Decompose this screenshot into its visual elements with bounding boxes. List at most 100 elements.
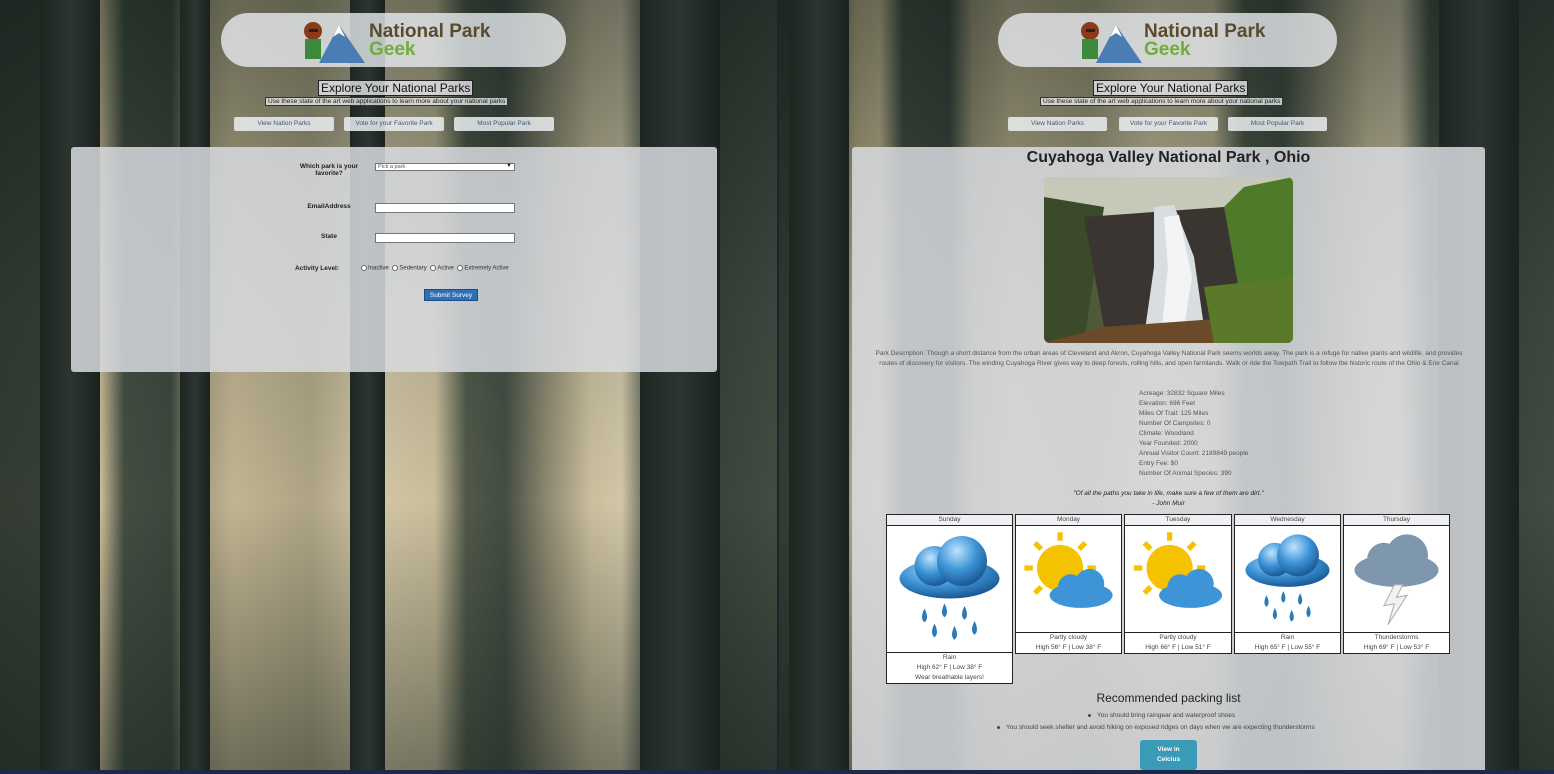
stat-trail-miles: Miles Of Trail: 125 Miles	[1139, 410, 1209, 417]
stat-animal-species: Number Of Animal Species: 390	[1139, 470, 1232, 477]
rain-icon	[887, 526, 1012, 653]
list-item: You should seek shelter and avoid hiking…	[997, 722, 1315, 734]
park-detail-panel: Cuyahoga Valley National Park , Ohio Par…	[852, 147, 1485, 774]
tree-trunk	[640, 0, 720, 774]
forecast-day: Wednesday	[1235, 515, 1340, 526]
forecast-card-thursday: Thursday Thunderstorms High 69° F | Low …	[1343, 514, 1450, 654]
packing-list: You should bring raingear and waterproof…	[997, 710, 1315, 734]
radio-label: Inactive	[368, 265, 389, 272]
logo-text-geek: Geek	[1144, 39, 1191, 60]
thunderstorm-icon-graphic	[1344, 526, 1449, 631]
quote-author: - John Muir	[1152, 500, 1185, 507]
stat-climate: Climate: Woodland	[1139, 430, 1194, 437]
partly-cloudy-icon-graphic	[1125, 526, 1231, 631]
park-stats: Acreage: 32832 Square Miles Elevation: 6…	[1139, 389, 1248, 479]
park-description: Park Description: Though a short distanc…	[875, 350, 1463, 367]
rain-icon	[1235, 526, 1340, 633]
forecast-condition: Partly cloudy	[1159, 634, 1197, 641]
rain-icon-graphic	[887, 526, 1012, 651]
radio-label: Active	[437, 265, 454, 272]
email-field[interactable]	[375, 203, 515, 213]
submit-survey-button[interactable]: Submit Survey	[424, 289, 478, 301]
radio-label: Extremely Active	[464, 265, 509, 272]
forecast-advice: Wear breathable layers!	[915, 674, 984, 681]
forecast-condition: Partly cloudy	[1049, 634, 1088, 641]
forecast-temps: High 69° F | Low 53° F	[1363, 644, 1430, 651]
forecast-day: Sunday	[887, 515, 1012, 526]
forecast-card-monday: Monday Partly cloudy High 56° F | Low 38…	[1015, 514, 1122, 654]
bottom-edge-bar	[0, 770, 1554, 774]
stat-entry-fee: Entry Fee: $0	[1139, 460, 1179, 467]
park-title: Cuyahoga Valley National Park , Ohio	[1026, 149, 1311, 166]
radio-sedentary[interactable]	[392, 265, 399, 271]
nav-view-parks[interactable]: View Nation Parks	[1008, 117, 1107, 131]
nav-view-parks[interactable]: View Nation Parks	[234, 117, 334, 131]
tree-trunk	[789, 0, 849, 774]
forecast-card-wednesday: Wednesday Rain High 65° F | Low 55° F	[1234, 514, 1341, 654]
radio-active[interactable]	[430, 265, 437, 271]
forecast-temps: High 62° F | Low 38° F	[916, 664, 983, 671]
stat-year-founded: Year Founded: 2000	[1139, 440, 1198, 447]
activity-radio-group: Inactive Sedentary Active Extremely Acti…	[359, 265, 509, 272]
forecast-condition: Rain	[1280, 634, 1295, 641]
rain-icon-graphic	[1235, 526, 1340, 631]
page-heading: Explore Your National Parks	[1093, 80, 1249, 96]
waterfall-image	[1044, 177, 1293, 343]
logo-text-geek: Geek	[369, 39, 416, 60]
survey-form: Which park is your favorite? Pick a park…	[71, 147, 717, 372]
park-quote: "Of all the paths you take in life, make…	[952, 489, 1385, 509]
list-item-text: You should bring raingear and waterproof…	[1097, 712, 1236, 719]
site-logo[interactable]: National Park Geek	[998, 13, 1337, 67]
tree-trunk	[180, 0, 210, 774]
radio-label: Sedentary	[399, 265, 427, 272]
park-label: Which park is your favorite?	[299, 163, 359, 177]
page-heading: Explore Your National Parks	[318, 80, 474, 96]
nav-vote[interactable]: Vote for your Favorite Park	[344, 117, 444, 131]
partly-cloudy-icon	[1016, 526, 1121, 633]
tree-trunk	[40, 0, 100, 774]
stat-visitor-count: Annual Visitor Count: 2189849 people	[1139, 450, 1249, 457]
forecast-temps: High 65° F | Low 55° F	[1254, 644, 1321, 651]
packing-list-title: Recommended packing list	[1096, 691, 1241, 705]
page-subheading: Use these state of the art web applicati…	[265, 97, 509, 106]
partly-cloudy-icon-graphic	[1016, 526, 1121, 631]
forecast-day: Monday	[1016, 515, 1121, 526]
park-photo	[1044, 177, 1293, 343]
celsius-button-line2: Celcius	[1156, 756, 1181, 763]
radio-extremely-active[interactable]	[457, 265, 464, 271]
nav-most-popular[interactable]: Most Popular Park	[1228, 117, 1327, 131]
mountain-logo-icon	[304, 22, 365, 63]
forecast-condition: Thunderstorms	[1374, 634, 1419, 641]
view-celsius-button[interactable]: View in Celcius	[1140, 740, 1197, 770]
bullet-icon	[997, 725, 1000, 729]
state-label: State	[321, 233, 337, 240]
list-item: You should bring raingear and waterproof…	[997, 710, 1315, 722]
survey-page: National Park Geek Explore Your National…	[0, 0, 777, 774]
stat-acreage: Acreage: 32832 Square Miles	[1139, 390, 1225, 397]
nav-most-popular[interactable]: Most Popular Park	[454, 117, 554, 131]
page-subheading: Use these state of the art web applicati…	[1040, 97, 1284, 106]
email-label: EmailAddress	[307, 203, 351, 210]
celsius-button-line1: View in	[1157, 746, 1180, 753]
stat-elevation: Elevation: 696 Feet	[1139, 400, 1196, 407]
site-logo[interactable]: National Park Geek	[221, 13, 566, 67]
radio-inactive[interactable]	[361, 265, 367, 271]
state-field[interactable]	[375, 233, 515, 243]
park-select[interactable]: Pick a park ▼	[375, 163, 515, 171]
forecast-day: Thursday	[1344, 515, 1449, 526]
park-select-value: Pick a park	[378, 164, 406, 170]
forecast-temps: High 66° F | Low 51° F	[1145, 644, 1211, 651]
nav-vote[interactable]: Vote for your Favorite Park	[1119, 117, 1218, 131]
stat-campsites: Number Of Campsites: 0	[1139, 420, 1211, 427]
mountain-logo-icon	[1081, 22, 1142, 63]
forecast-condition: Rain	[942, 654, 957, 661]
bullet-icon	[1088, 713, 1091, 717]
thunderstorm-icon	[1344, 526, 1449, 633]
forecast-day: Tuesday	[1125, 515, 1231, 526]
quote-text: "Of all the paths you take in life, make…	[1073, 490, 1264, 497]
dropdown-arrow-icon: ▼	[506, 163, 512, 169]
forecast-card-tuesday: Tuesday Partly cloudy High 66° F | Low 5…	[1124, 514, 1232, 654]
forecast-card-sunday: Sunday Rain High 62° F | Low 38° F Wear …	[886, 514, 1013, 684]
forecast-temps: High 56° F | Low 38° F	[1035, 644, 1102, 651]
activity-label: Activity Level:	[294, 265, 340, 272]
